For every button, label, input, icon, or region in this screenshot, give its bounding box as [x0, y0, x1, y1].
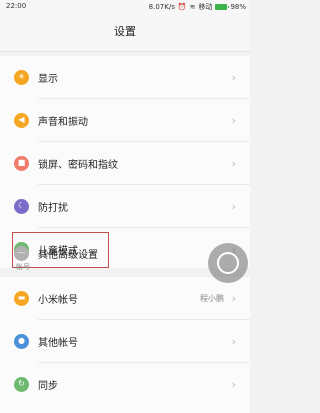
settings-item-sound[interactable]: ◀ 声音和振动 › [0, 99, 250, 141]
settings-item-label: 声音和振动 [38, 116, 88, 128]
mi-account-icon: ▬ [14, 290, 29, 306]
settings-item-label: 防打扰 [38, 202, 68, 214]
settings-item-other-accounts[interactable]: ● 其他帐号 › [0, 320, 250, 362]
settings-item-dnd[interactable]: ☾ 防打扰 › [0, 185, 250, 227]
settings-item-label: 同步 [38, 380, 58, 392]
person-icon: ● [14, 333, 29, 349]
display-icon: ☀ [14, 69, 29, 85]
alarm-icon: ⏰ [177, 3, 187, 11]
floating-assistive-button[interactable] [208, 243, 248, 283]
chevron-right-icon: › [231, 377, 236, 391]
settings-item-label: 显示 [38, 73, 58, 85]
settings-item-mi-account[interactable]: ▬ 小米帐号 程小鹏 › [0, 277, 250, 319]
page-title: 设置 [0, 13, 250, 51]
chevron-right-icon: › [231, 156, 236, 170]
speaker-icon: ◀ [14, 112, 29, 128]
settings-item-label: 锁屏、密码和指纹 [38, 159, 118, 171]
network-speed: 8.07K/s [148, 3, 175, 11]
chevron-right-icon: › [231, 113, 236, 127]
section-header-accounts: 帐号 [16, 263, 30, 271]
settings-item-lockscreen[interactable]: ■ 锁屏、密码和指纹 › [0, 142, 250, 184]
status-indicators: 8.07K/s ⏰ ≋ 移动 98% [149, 2, 246, 12]
chevron-right-icon: › [231, 70, 236, 84]
chevron-right-icon: › [231, 291, 236, 305]
settings-item-display[interactable]: ☀ 显示 › [0, 56, 250, 98]
status-bar: 22:00 8.07K/s ⏰ ≋ 移动 98% [0, 0, 250, 13]
moon-icon: ☾ [14, 198, 29, 214]
assistive-ring-icon [217, 252, 239, 274]
sync-icon: ↻ [14, 376, 29, 392]
carrier-label: 移动 [198, 3, 213, 11]
status-time: 22:00 [6, 2, 27, 10]
chevron-right-icon: › [231, 334, 236, 348]
settings-item-label: 小米帐号 [38, 294, 78, 306]
wifi-icon: ≋ [189, 3, 196, 11]
account-name: 程小鹏 [200, 293, 224, 303]
settings-item-label: 其他帐号 [38, 337, 78, 349]
header-divider [0, 51, 250, 52]
battery-percent: 98% [230, 3, 246, 11]
battery-icon [215, 4, 230, 10]
lock-icon: ■ [14, 155, 29, 171]
chevron-right-icon: › [231, 199, 236, 213]
settings-item-sync[interactable]: ↻ 同步 › [0, 363, 250, 405]
